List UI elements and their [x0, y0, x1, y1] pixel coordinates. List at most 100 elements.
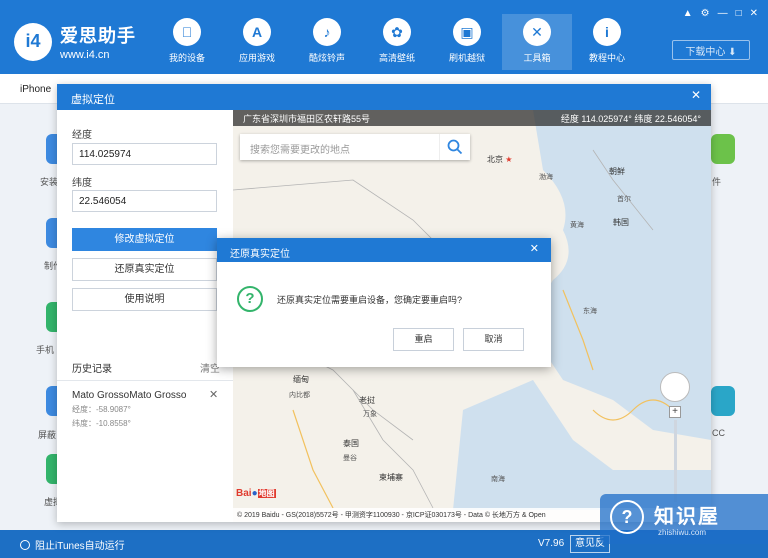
map-label-laowo: 老挝 [359, 396, 375, 405]
longitude-label: 经度 [72, 130, 92, 141]
app-name: 爱思助手 [60, 26, 136, 46]
watermark-url: zhishiwu.com [658, 528, 707, 537]
map-label-taiguo: 泰国 [343, 439, 359, 448]
nav-label: 酷炫铃声 [308, 53, 345, 63]
block-itunes-label: 阻止iTunes自动运行 [35, 541, 125, 552]
history-title: 历史记录 [72, 364, 112, 375]
confirm-titlebar: 还原真实定位 ✕ [217, 238, 551, 262]
nav-my-device[interactable]:  我的设备 [152, 14, 222, 70]
nav-apps-games[interactable]: A 应用游戏 [222, 14, 292, 70]
app-logo: i4 爱思助手 www.i4.cn [14, 22, 136, 61]
nav-label: 教程中心 [588, 53, 625, 63]
bg-tool-label: 件 [712, 177, 722, 187]
dialog-title: 虚拟定位 [71, 94, 115, 106]
map-label-chaoxian: 朝鲜 [609, 167, 625, 176]
nav-label: 工具箱 [523, 53, 551, 63]
map-label-mangu: 曼谷 [343, 455, 357, 462]
confirm-title: 还原真实定位 [230, 249, 290, 260]
nav-flash-jailbreak[interactable]: ▣ 刷机越狱 [432, 14, 502, 70]
map-label-donghai: 东海 [583, 308, 597, 315]
zoom-slider[interactable] [674, 420, 677, 502]
bg-tool-label: CC [712, 428, 725, 438]
divider [57, 380, 233, 381]
map-label-wanxiang: 万象 [363, 411, 377, 418]
map-label-shouer: 首尔 [617, 196, 631, 203]
map-label-huanghai: 黄海 [570, 222, 584, 229]
latitude-label: 纬度 [72, 178, 92, 189]
map-label-hanguo: 韩国 [613, 218, 629, 227]
map-coordinates: 经度 114.025974° 纬度 22.546054° [560, 114, 701, 124]
window-controls: ▲ ⚙ — □ ✕ [683, 8, 758, 19]
map-label-beijing: 北京 ★ [487, 155, 513, 164]
app-url: www.i4.cn [60, 49, 110, 61]
site-watermark: ? 知识屋 zhishiwu.com [600, 494, 768, 544]
cancel-button[interactable]: 取消 [463, 328, 524, 351]
logo-badge: i4 [14, 22, 52, 61]
nav-wallpapers[interactable]: ✿ 高清壁纸 [362, 14, 432, 70]
longitude-input[interactable]: 114.025974 [72, 143, 217, 165]
close-icon[interactable]: ✕ [750, 8, 758, 19]
question-icon: ? [237, 286, 263, 312]
map-search-box[interactable]: 搜索您需要更改的地点 [240, 134, 470, 160]
info-icon: i [593, 18, 621, 46]
nav-label: 我的设备 [168, 53, 205, 63]
map-label-jianpuzhai: 柬埔寨 [379, 473, 403, 482]
history-item-name: Mato GrossoMato Grosso [72, 390, 187, 401]
restart-button[interactable]: 重启 [393, 328, 454, 351]
restore-confirm-dialog: 还原真实定位 ✕ ? 还原真实定位需要重启设备，您确定要重启吗? 重启 取消 [217, 238, 551, 367]
bg-tool-label: 安装 [40, 177, 59, 187]
nav-toolbox[interactable]: ✕ 工具箱 [502, 14, 572, 70]
version-label: V7.96 [538, 538, 565, 549]
dialog-titlebar: 虚拟定位 ✕ [57, 84, 711, 110]
bg-tool-label: 手机 [36, 345, 55, 355]
radio-icon [20, 539, 30, 550]
nav-label: 刷机越狱 [448, 53, 485, 63]
map-search-input[interactable]: 搜索您需要更改的地点 [250, 145, 350, 156]
capital-star-icon: ★ [505, 155, 513, 164]
modify-location-button[interactable]: 修改虚拟定位 [72, 228, 217, 251]
restore-location-button[interactable]: 还原真实定位 [72, 258, 217, 281]
latitude-input[interactable]: 22.546054 [72, 190, 217, 212]
map-zoom-control: + [660, 372, 690, 512]
maximize-icon[interactable]: □ [736, 8, 742, 19]
pan-control[interactable] [660, 372, 690, 402]
nav-ringtones[interactable]: ♪ 酷炫铃声 [292, 14, 362, 70]
settings-icon[interactable]: ⚙ [701, 8, 710, 19]
download-center-button[interactable]: 下载中心 ⬇ [672, 40, 750, 60]
device-tab-iphone[interactable]: iPhone [20, 84, 51, 95]
bg-tool-label: 屏蔽 [38, 430, 57, 440]
lightbulb-icon: ? [610, 500, 644, 534]
apple-icon:  [173, 18, 201, 46]
bg-tool-tile[interactable] [711, 386, 735, 416]
baidu-logo: Bai●地图 [236, 488, 276, 499]
confirm-message: 还原真实定位需要重启设备，您确定要重启吗? [277, 295, 463, 305]
history-item-longitude: 经度：-58.9087° [72, 405, 131, 414]
flower-icon: ✿ [383, 18, 411, 46]
close-icon[interactable]: ✕ [530, 242, 539, 255]
close-icon[interactable]: ✕ [691, 88, 701, 102]
watermark-name: 知识屋 [654, 506, 720, 528]
help-button[interactable]: 使用说明 [72, 288, 217, 311]
location-panel: 经度 114.025974 纬度 22.546054 修改虚拟定位 还原真实定位… [57, 110, 233, 522]
map-label-nanhai: 南海 [491, 476, 505, 483]
bell-icon: ♪ [313, 18, 341, 46]
block-itunes-toggle[interactable]: 阻止iTunes自动运行 [20, 537, 125, 552]
box-icon: ▣ [453, 18, 481, 46]
minimize-icon[interactable]: — [718, 8, 728, 19]
bg-tool-tile[interactable] [711, 134, 735, 164]
search-button[interactable] [439, 134, 470, 160]
map-label-neibidu: 内比都 [289, 392, 310, 399]
map-info-bar: 广东省深圳市福田区农轩路55号 经度 114.025974° 纬度 22.546… [233, 110, 711, 126]
tools-icon: ✕ [523, 18, 551, 46]
shirt-icon[interactable]: ▲ [683, 8, 693, 19]
app-store-icon: A [243, 18, 271, 46]
main-nav:  我的设备 A 应用游戏 ♪ 酷炫铃声 ✿ 高清壁纸 ▣ 刷机越狱 ✕ 工具箱… [152, 14, 642, 70]
nav-label: 高清壁纸 [378, 53, 415, 63]
history-item[interactable]: Mato GrossoMato Grosso 经度：-58.9087° 纬度：-… [72, 390, 222, 429]
remove-history-icon[interactable]: ✕ [209, 388, 218, 401]
nav-tutorials[interactable]: i 教程中心 [572, 14, 642, 70]
map-label-miandian: 缅甸 [293, 375, 309, 384]
zoom-in-button[interactable]: + [669, 406, 681, 418]
history-item-latitude: 纬度：-10.8558° [72, 419, 131, 428]
nav-label: 应用游戏 [238, 53, 275, 63]
